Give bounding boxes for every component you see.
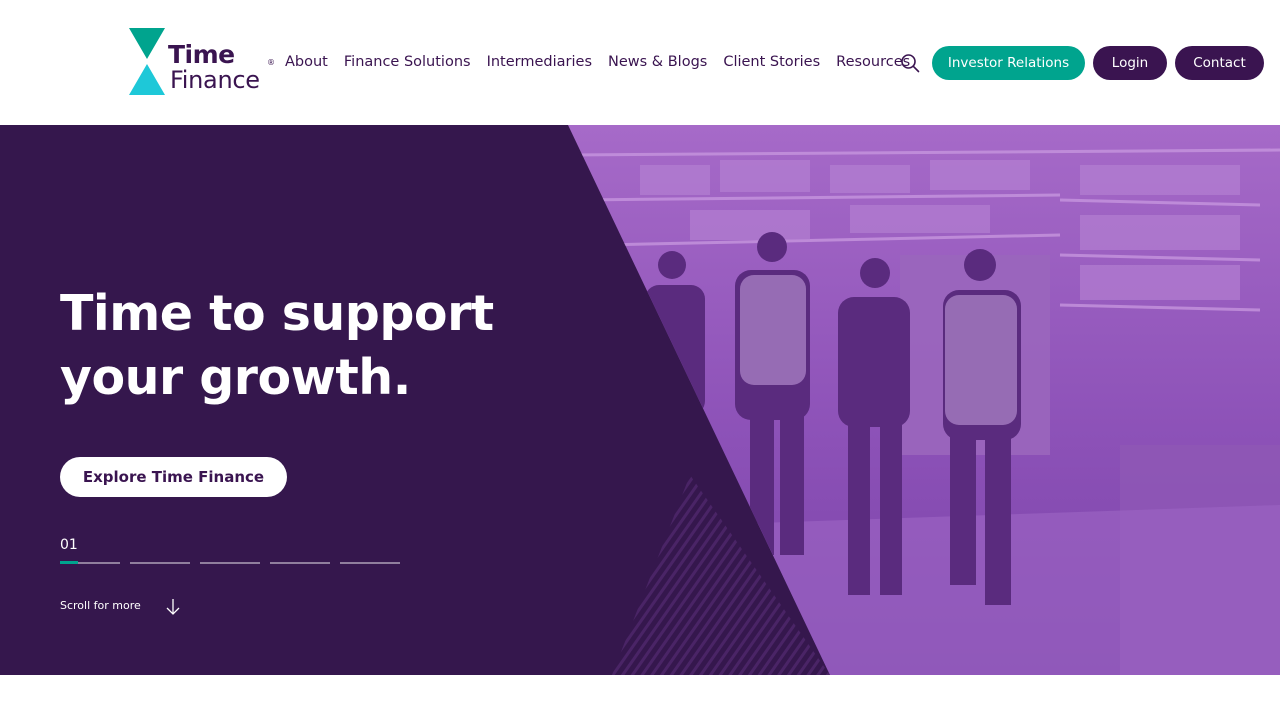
registered-mark: ® (267, 58, 275, 67)
search-icon[interactable] (900, 53, 920, 73)
slide-indicator-1[interactable] (60, 561, 120, 564)
site-header: Time Finance ® About Finance Solutions I… (0, 0, 1280, 125)
nav-item-about[interactable]: About (285, 52, 328, 72)
hero-heading-line1: Time to support (60, 285, 494, 342)
nav-item-finance-solutions[interactable]: Finance Solutions (344, 52, 471, 72)
slide-indicator-3[interactable] (200, 562, 260, 564)
slide-indicator-5[interactable] (340, 562, 400, 564)
slide-pagination (60, 561, 400, 564)
slide-progress-fill (60, 561, 78, 564)
nav-item-client-stories[interactable]: Client Stories (723, 52, 820, 72)
contact-button[interactable]: Contact (1175, 46, 1264, 80)
hero-heading-line2: your growth. (60, 349, 411, 406)
hourglass-logo-icon (129, 28, 165, 95)
slide-number: 01 (60, 537, 78, 553)
logo-word-time: Time (168, 40, 235, 69)
main-nav: About Finance Solutions Intermediaries N… (285, 52, 910, 72)
scroll-for-more-link[interactable]: Scroll for more (60, 598, 141, 614)
time-finance-logo[interactable]: Time Finance ® (129, 28, 277, 96)
explore-time-finance-button[interactable]: Explore Time Finance (60, 457, 287, 497)
login-button[interactable]: Login (1093, 46, 1167, 80)
hero-heading: Time to support your growth. (60, 282, 580, 410)
hero-banner: Time to support your growth. Explore Tim… (0, 125, 1280, 675)
slide-indicator-2[interactable] (130, 562, 190, 564)
logo-word-finance: Finance (170, 66, 260, 94)
investor-relations-button[interactable]: Investor Relations (932, 46, 1085, 80)
arrow-down-icon[interactable] (164, 597, 182, 617)
nav-item-news-blogs[interactable]: News & Blogs (608, 52, 707, 72)
nav-item-intermediaries[interactable]: Intermediaries (487, 52, 592, 72)
slide-indicator-4[interactable] (270, 562, 330, 564)
content-below-hero (0, 675, 1280, 720)
